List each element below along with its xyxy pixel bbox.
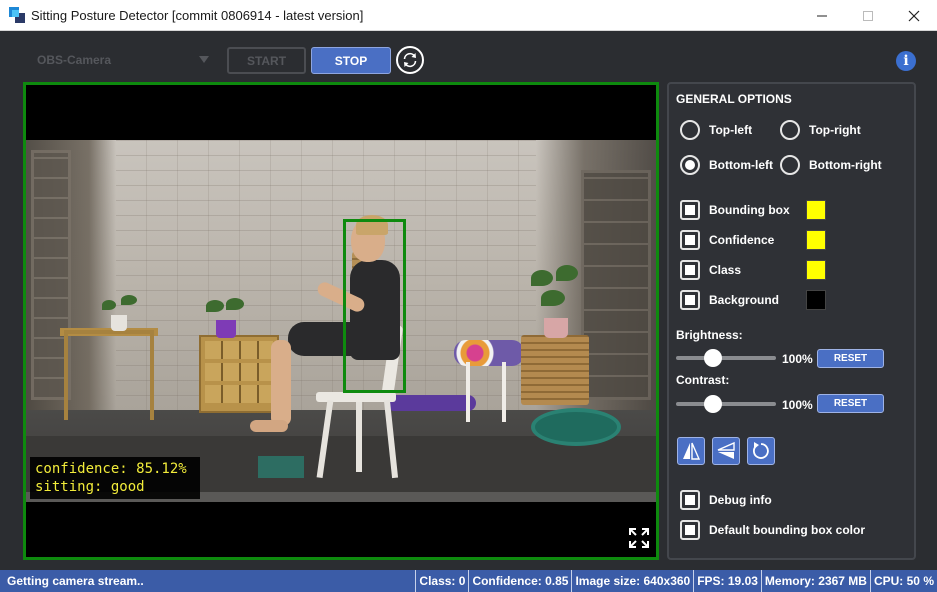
minimize-icon bbox=[817, 15, 827, 16]
window-title: Sitting Posture Detector [commit 0806914… bbox=[31, 7, 364, 23]
checkbox-label: Class bbox=[709, 263, 742, 277]
status-cpu: CPU: 50 % bbox=[869, 570, 937, 592]
flip-vertical-button[interactable] bbox=[712, 437, 740, 465]
checkbox-box bbox=[680, 520, 700, 540]
camera-select[interactable]: OBS-Camera bbox=[27, 46, 217, 74]
minimize-button[interactable] bbox=[799, 0, 845, 31]
panel-title: GENERAL OPTIONS bbox=[676, 92, 792, 106]
status-bar: Getting camera stream.. Class: 0 Confide… bbox=[0, 570, 937, 592]
fullscreen-icon[interactable] bbox=[628, 527, 650, 549]
class-color-swatch[interactable] bbox=[806, 260, 826, 280]
overlay-class: sitting: good bbox=[35, 479, 145, 495]
video-preview: confidence: 85.12% sitting: good bbox=[23, 82, 659, 560]
title-bar: Sitting Posture Detector [commit 0806914… bbox=[0, 0, 937, 31]
background-color-swatch[interactable] bbox=[806, 290, 826, 310]
flip-vertical-icon bbox=[717, 441, 735, 459]
rotate-button[interactable] bbox=[747, 437, 775, 465]
stop-button[interactable]: STOP bbox=[311, 47, 391, 74]
checkbox-label: Confidence bbox=[709, 233, 775, 247]
refresh-button[interactable] bbox=[396, 46, 424, 74]
checkbox-class[interactable]: Class bbox=[680, 260, 741, 280]
camera-image bbox=[26, 140, 656, 502]
radio-circle bbox=[780, 120, 800, 140]
checkbox-label: Default bounding box color bbox=[709, 523, 865, 537]
checkbox-box bbox=[680, 490, 700, 510]
bounding-box bbox=[343, 219, 406, 393]
general-options-panel: GENERAL OPTIONS Top-left Top-right Botto… bbox=[667, 82, 916, 560]
radio-circle bbox=[780, 155, 800, 175]
contrast-label: Contrast: bbox=[676, 373, 730, 387]
brightness-label: Brightness: bbox=[676, 328, 743, 342]
radio-label: Top-left bbox=[709, 123, 753, 137]
radio-bottom-left[interactable]: Bottom-left bbox=[680, 155, 773, 175]
maximize-button[interactable] bbox=[845, 0, 891, 31]
flip-horizontal-button[interactable] bbox=[677, 437, 705, 465]
brightness-slider-handle[interactable] bbox=[704, 349, 722, 367]
bounding-box-color-swatch[interactable] bbox=[806, 200, 826, 220]
checkbox-label: Background bbox=[709, 293, 780, 307]
brightness-slider[interactable] bbox=[676, 356, 776, 360]
status-confidence: Confidence: 0.85 bbox=[468, 570, 571, 592]
radio-label: Bottom-left bbox=[709, 158, 773, 172]
radio-top-right[interactable]: Top-right bbox=[780, 120, 861, 140]
checkbox-box bbox=[680, 290, 700, 310]
brightness-reset-button[interactable]: RESET bbox=[817, 349, 884, 368]
status-message: Getting camera stream.. bbox=[7, 574, 144, 588]
radio-label: Bottom-right bbox=[809, 158, 882, 172]
contrast-slider[interactable] bbox=[676, 402, 776, 406]
checkbox-bounding-box[interactable]: Bounding box bbox=[680, 200, 790, 220]
radio-top-left[interactable]: Top-left bbox=[680, 120, 752, 140]
status-image-size: Image size: 640x360 bbox=[571, 570, 693, 592]
checkbox-default-bbox-color[interactable]: Default bounding box color bbox=[680, 520, 865, 540]
contrast-slider-handle[interactable] bbox=[704, 395, 722, 413]
toolbar: OBS-Camera START STOP i bbox=[0, 31, 937, 81]
status-class: Class: 0 bbox=[415, 570, 468, 592]
status-fps: FPS: 19.03 bbox=[693, 570, 761, 592]
contrast-value: 100% bbox=[782, 398, 813, 412]
radio-label: Top-right bbox=[809, 123, 861, 137]
radio-circle-selected bbox=[680, 155, 700, 175]
camera-select-value: OBS-Camera bbox=[37, 53, 112, 67]
window-controls bbox=[799, 0, 937, 31]
checkbox-background[interactable]: Background bbox=[680, 290, 779, 310]
radio-circle bbox=[680, 120, 700, 140]
confidence-color-swatch[interactable] bbox=[806, 230, 826, 250]
detection-overlay: confidence: 85.12% sitting: good bbox=[30, 457, 200, 499]
chevron-down-icon bbox=[199, 56, 209, 63]
checkbox-label: Bounding box bbox=[709, 203, 790, 217]
close-icon bbox=[908, 10, 920, 21]
info-icon[interactable]: i bbox=[896, 51, 916, 71]
checkbox-label: Debug info bbox=[709, 493, 772, 507]
maximize-icon bbox=[863, 10, 873, 21]
overlay-confidence: confidence: 85.12% bbox=[35, 461, 187, 477]
checkbox-debug-info[interactable]: Debug info bbox=[680, 490, 772, 510]
flip-horizontal-icon bbox=[683, 442, 701, 460]
status-metrics: Class: 0 Confidence: 0.85 Image size: 64… bbox=[415, 570, 937, 592]
checkbox-box bbox=[680, 230, 700, 250]
checkbox-confidence[interactable]: Confidence bbox=[680, 230, 774, 250]
checkbox-box bbox=[680, 260, 700, 280]
checkbox-box bbox=[680, 200, 700, 220]
status-memory: Memory: 2367 MB bbox=[760, 570, 870, 592]
brightness-value: 100% bbox=[782, 352, 813, 366]
contrast-reset-button[interactable]: RESET bbox=[817, 394, 884, 413]
rotate-icon bbox=[753, 442, 769, 459]
refresh-icon bbox=[403, 52, 417, 68]
radio-bottom-right[interactable]: Bottom-right bbox=[780, 155, 882, 175]
app-icon bbox=[9, 7, 25, 23]
close-button[interactable] bbox=[891, 0, 937, 31]
start-button[interactable]: START bbox=[227, 47, 306, 74]
